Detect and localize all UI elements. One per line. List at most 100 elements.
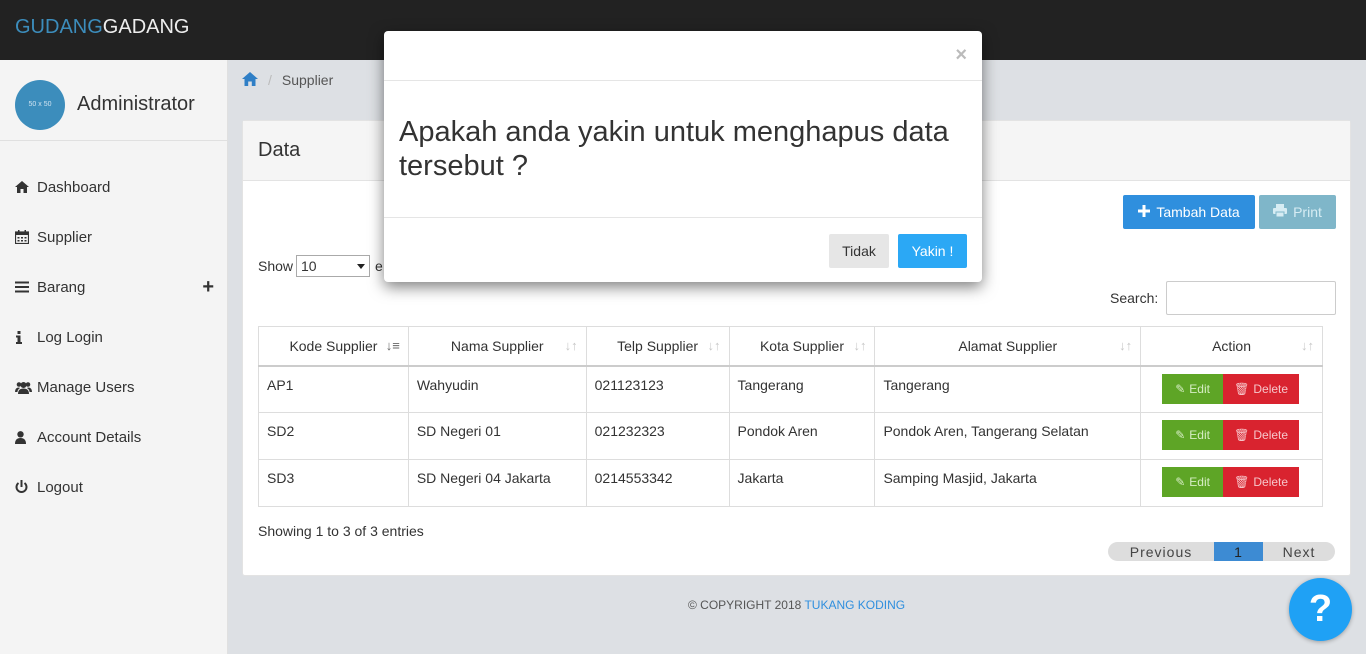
table-info: Showing 1 to 3 of 3 entries xyxy=(258,523,424,539)
show-entries-label: Show xyxy=(258,258,294,274)
table-row: AP1 Wahyudin 021123123 Tangerang Tangera… xyxy=(258,365,1323,413)
table-row: SD2 SD Negeri 01 021232323 Pondok Aren P… xyxy=(258,412,1323,460)
delete-button[interactable]: 🗑 Delete xyxy=(1223,420,1300,450)
sidebar-item-label: Supplier xyxy=(37,228,93,246)
modal-message: Apakah anda yakin untuk menghapus data t… xyxy=(399,116,949,182)
edit-button[interactable]: ✎ Edit xyxy=(1162,373,1224,404)
sort-asc-icon: ↓≡ xyxy=(385,338,400,353)
sort-icon: ↓↑ xyxy=(1301,338,1314,353)
brand-part-2: GADANG xyxy=(102,16,190,38)
sort-icon: ↓↑ xyxy=(564,338,578,353)
avatar: 50 x 50 xyxy=(15,80,65,130)
user-name: Administrator xyxy=(77,93,195,115)
pagination: Previous 1 Next xyxy=(1108,542,1335,561)
brand-logo[interactable]: GUDANGGADANG xyxy=(15,16,189,39)
users-icon xyxy=(15,381,37,394)
cell-kode: SD3 xyxy=(258,459,409,507)
breadcrumb: / Supplier xyxy=(242,68,333,92)
breadcrumb-current: Supplier xyxy=(281,72,334,88)
add-data-button[interactable]: Tambah Data xyxy=(1123,195,1255,229)
sidebar-item-supplier[interactable]: Supplier xyxy=(0,212,228,262)
cell-nama: Wahyudin xyxy=(407,365,587,413)
sidebar-item-logout[interactable]: Logout xyxy=(0,462,228,512)
expand-plus-icon[interactable]: + xyxy=(202,276,214,299)
edit-icon: ✎ xyxy=(1175,381,1186,396)
column-header-kode[interactable]: Kode Supplier ↓≡ xyxy=(258,326,409,367)
entries-per-page-select[interactable]: 10 xyxy=(296,255,370,277)
close-icon[interactable]: × xyxy=(955,44,967,67)
edit-button[interactable]: ✎ Edit xyxy=(1162,467,1224,497)
brand-part-1: GUDANG xyxy=(15,16,103,38)
sort-icon: ↓↑ xyxy=(1119,338,1133,353)
edit-icon: ✎ xyxy=(1175,428,1186,442)
sidebar-item-dashboard[interactable]: Dashboard xyxy=(0,162,228,212)
sidebar-item-label: Logout xyxy=(37,478,83,496)
confirm-button[interactable]: Yakin ! xyxy=(898,234,967,268)
cell-kota: Jakarta xyxy=(728,459,876,507)
cell-action: ✎ Edit 🗑 Delete xyxy=(1140,459,1323,507)
cell-nama: SD Negeri 01 xyxy=(407,412,587,460)
cell-alamat: Samping Masjid, Jakarta xyxy=(874,459,1142,507)
print-button[interactable]: Print xyxy=(1259,195,1336,229)
sort-icon: ↓↑ xyxy=(853,338,867,353)
cell-telp: 0214553342 xyxy=(585,459,730,507)
table-row: SD3 SD Negeri 04 Jakarta 0214553342 Jaka… xyxy=(258,459,1323,507)
modal-footer: Tidak Yakin ! xyxy=(384,217,982,282)
table-header-row: Kode Supplier ↓≡ Nama Supplier ↓↑ Telp Sup… xyxy=(258,326,1323,367)
cell-alamat: Tangerang xyxy=(874,365,1142,413)
sidebar-item-label: Log Login xyxy=(37,328,103,346)
print-label: Print xyxy=(1293,204,1322,220)
delete-button[interactable]: 🗑 Delete xyxy=(1223,467,1300,497)
cell-kode: SD2 xyxy=(258,412,409,460)
edit-button[interactable]: ✎ Edit xyxy=(1162,420,1224,450)
help-button[interactable]: ? xyxy=(1289,578,1352,641)
chevron-down-icon xyxy=(357,264,365,269)
modal-header: × xyxy=(384,31,982,81)
home-icon[interactable] xyxy=(242,71,258,89)
breadcrumb-separator: / xyxy=(268,72,272,88)
user-panel: 50 x 50 Administrator xyxy=(0,60,228,141)
trash-icon: 🗑 xyxy=(1234,428,1250,442)
column-header-action[interactable]: Action ↓↑ xyxy=(1140,326,1323,367)
delete-button[interactable]: 🗑 Delete xyxy=(1223,373,1300,404)
cancel-button[interactable]: Tidak xyxy=(829,234,889,268)
edit-icon: ✎ xyxy=(1175,475,1186,489)
cell-telp: 021123123 xyxy=(585,365,730,413)
printer-icon xyxy=(1273,204,1288,220)
list-icon xyxy=(15,281,37,293)
sidebar-item-account-details[interactable]: Account Details xyxy=(0,412,228,462)
trash-icon: 🗑 xyxy=(1234,381,1250,396)
search-label: Search: xyxy=(1110,290,1159,306)
footer-link[interactable]: TUKANG KODING xyxy=(804,598,905,612)
previous-page-button[interactable]: Previous xyxy=(1108,542,1214,561)
next-page-button[interactable]: Next xyxy=(1263,542,1335,561)
add-data-label: Tambah Data xyxy=(1156,204,1240,220)
column-header-telp[interactable]: Telp Supplier ↓↑ xyxy=(585,326,730,367)
user-icon xyxy=(15,430,37,444)
sidebar-item-manage-users[interactable]: Manage Users xyxy=(0,362,228,412)
sidebar-item-label: Dashboard xyxy=(37,178,111,196)
column-header-nama[interactable]: Nama Supplier ↓↑ xyxy=(407,326,587,367)
trash-icon: 🗑 xyxy=(1234,475,1250,489)
cell-action: ✎ Edit 🗑 Delete xyxy=(1140,365,1323,413)
sidebar-item-log-login[interactable]: Log Login xyxy=(0,312,228,362)
cell-telp: 021232323 xyxy=(585,412,730,460)
power-icon xyxy=(15,480,37,494)
copyright-text: © COPYRIGHT 2018 xyxy=(688,598,802,612)
cell-kota: Tangerang xyxy=(728,365,876,413)
column-header-kota[interactable]: Kota Supplier ↓↑ xyxy=(728,326,876,367)
cell-nama: SD Negeri 04 Jakarta xyxy=(407,459,587,507)
page-1-button[interactable]: 1 xyxy=(1214,542,1263,561)
confirm-delete-modal: × Apakah anda yakin untuk menghapus data… xyxy=(384,31,982,282)
sidebar-item-barang[interactable]: Barang + xyxy=(0,262,228,312)
cell-alamat: Pondok Aren, Tangerang Selatan xyxy=(874,412,1142,460)
plus-icon xyxy=(1138,204,1151,220)
cell-kode: AP1 xyxy=(258,365,409,413)
calendar-icon xyxy=(15,230,37,244)
sidebar: 50 x 50 Administrator Dashboard Supplier… xyxy=(0,60,228,654)
sidebar-item-label: Barang xyxy=(37,278,86,296)
column-header-alamat[interactable]: Alamat Supplier ↓↑ xyxy=(874,326,1142,367)
search-input[interactable] xyxy=(1166,281,1336,315)
cell-action: ✎ Edit 🗑 Delete xyxy=(1140,412,1323,460)
supplier-table: Kode Supplier ↓≡ Nama Supplier ↓↑ Telp Sup… xyxy=(258,326,1323,507)
